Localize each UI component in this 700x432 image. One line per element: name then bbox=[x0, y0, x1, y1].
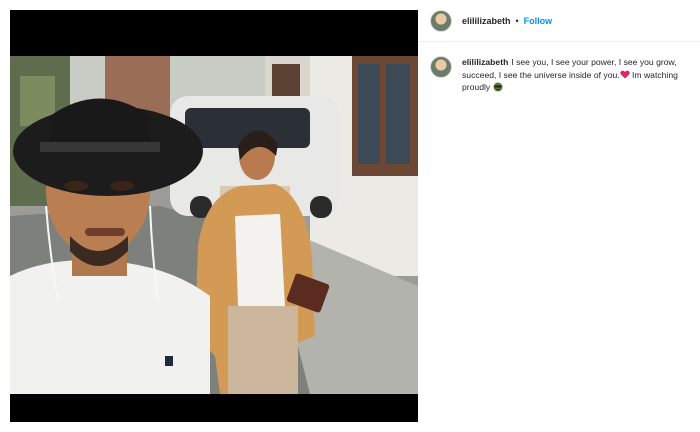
post-media[interactable] bbox=[10, 10, 418, 422]
avatar[interactable] bbox=[430, 9, 452, 32]
post-sidebar: elililizabeth • Follow elililizabeth I se… bbox=[418, 0, 700, 432]
post-caption: elililizabeth I see you, I see your power… bbox=[430, 56, 700, 94]
header-username[interactable]: elililizabeth bbox=[462, 16, 511, 26]
separator-dot: • bbox=[515, 15, 519, 26]
post-header: elililizabeth • Follow bbox=[418, 0, 700, 42]
follow-button[interactable]: Follow bbox=[524, 16, 553, 26]
caption-avatar[interactable] bbox=[430, 56, 452, 78]
caption-username[interactable]: elililizabeth bbox=[462, 57, 508, 67]
caption-text: elililizabeth I see you, I see your power… bbox=[462, 56, 698, 94]
post-photo bbox=[10, 56, 418, 394]
red-heart-icon bbox=[620, 70, 630, 78]
sunglasses-face-icon bbox=[493, 82, 503, 92]
